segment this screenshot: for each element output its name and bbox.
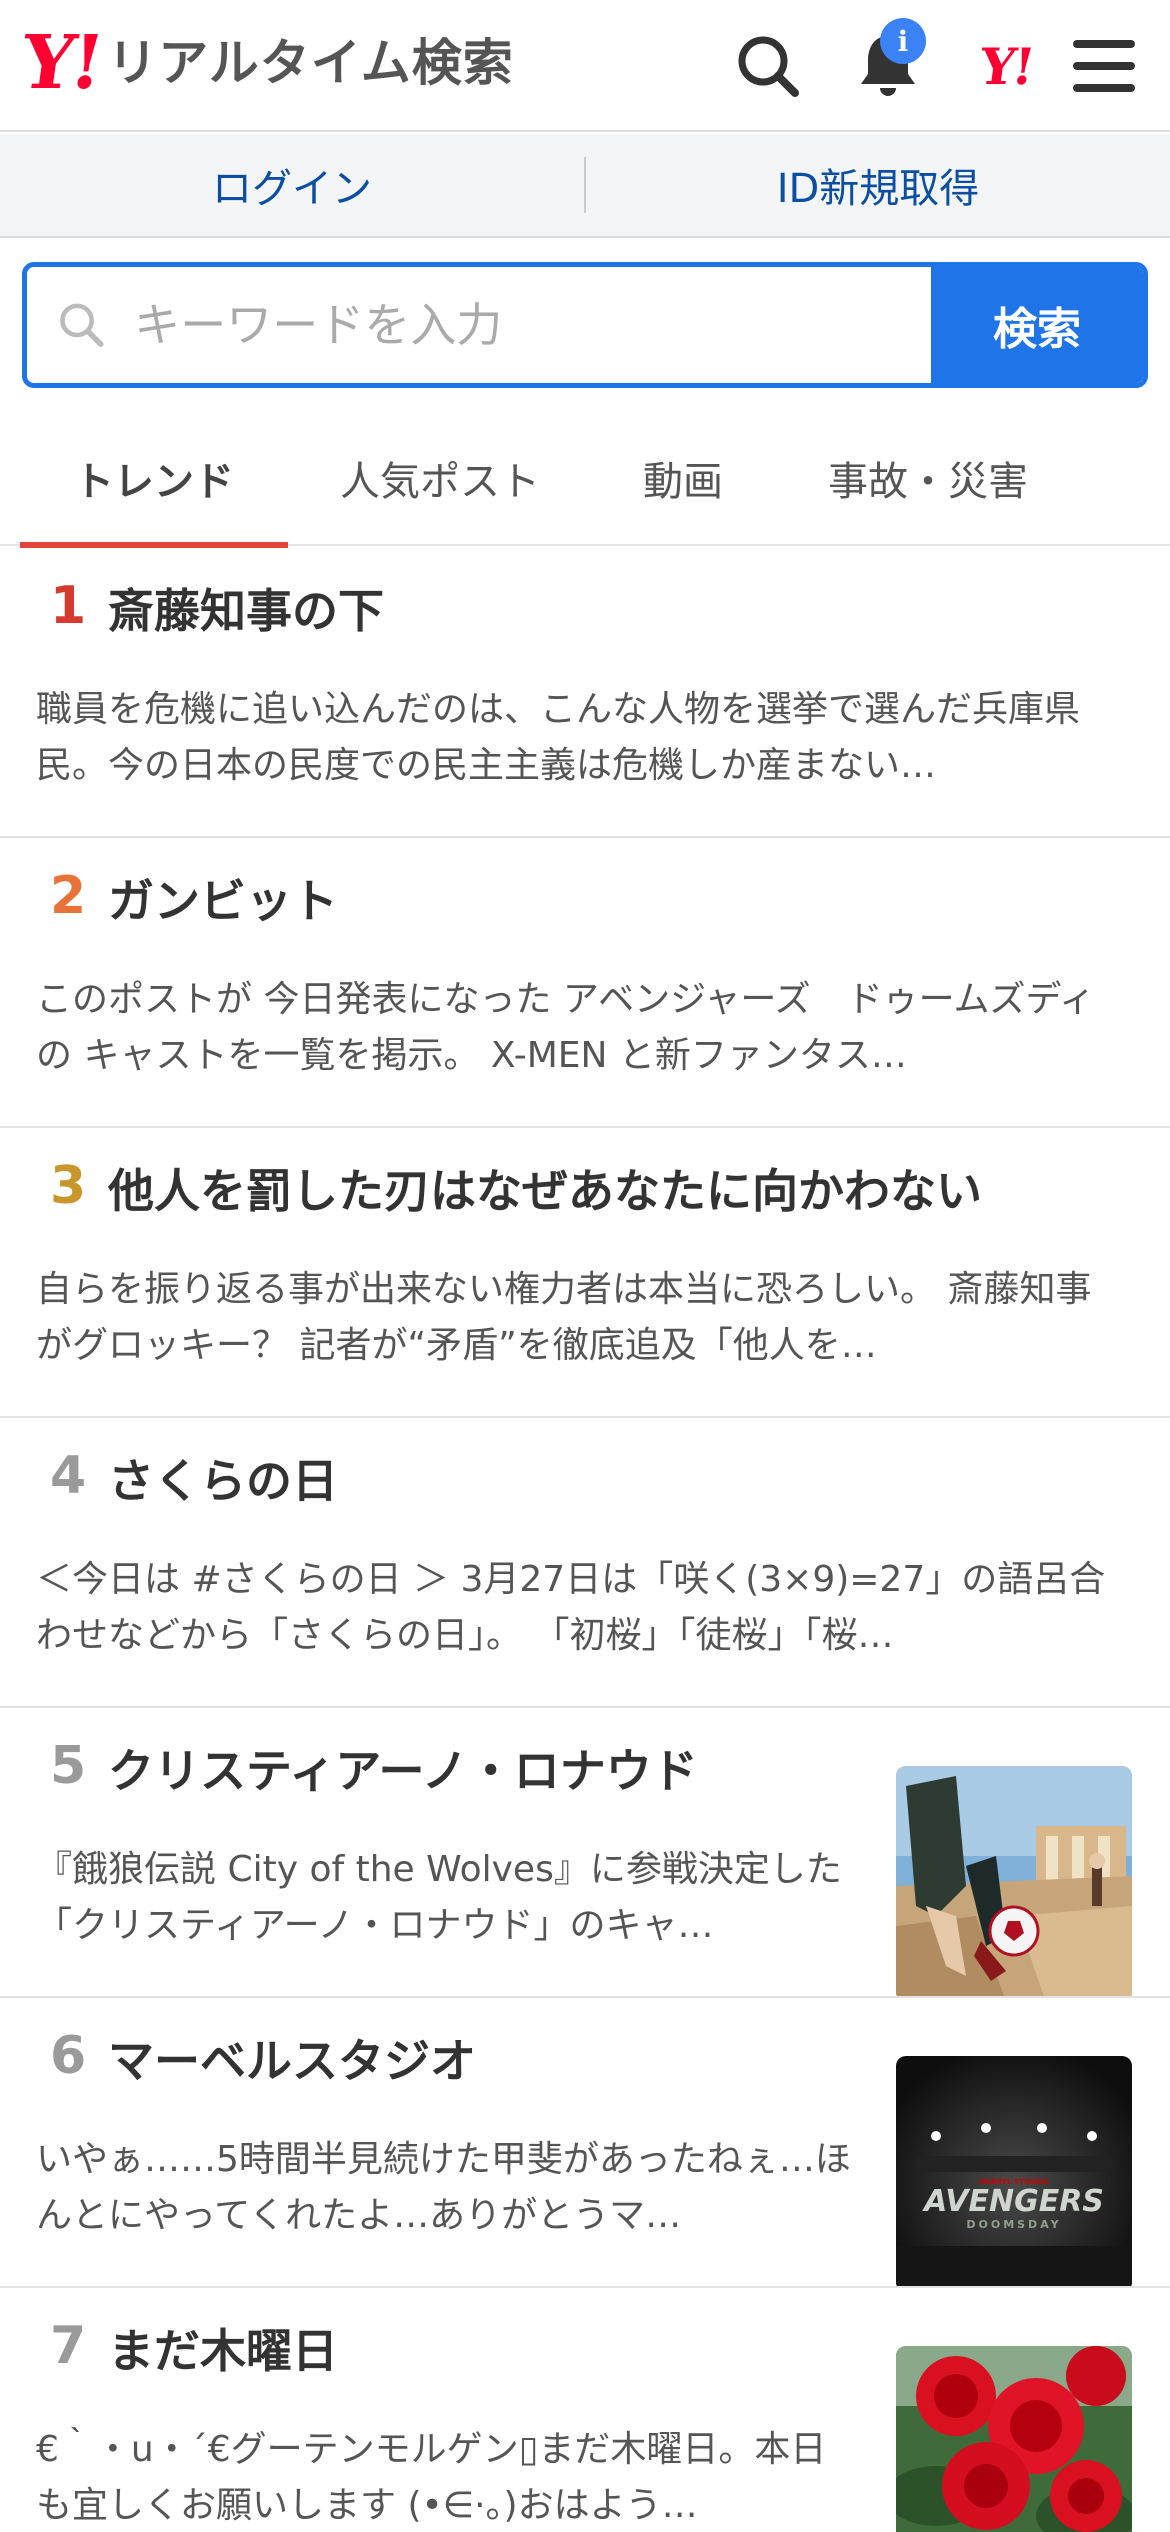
trend-title: 斎藤知事の下 (108, 584, 384, 638)
search-input[interactable] (134, 298, 931, 352)
category-tabs: トレンド 人気ポスト 動画 事故・災害 (0, 410, 1170, 548)
trend-description: ＜今日は #さくらの日 ＞ 3月27日は「咲く(3×9)=27」の語呂合わせなど… (36, 1559, 1106, 1656)
rank-number: 3 (50, 1156, 87, 1216)
trend-title: マーベルスタジオ (108, 2034, 476, 2088)
trend-description: いやぁ……5時間半見続けた甲斐があったねぇ…ほんとにやってくれたよ…ありがとうマ… (36, 2139, 851, 2236)
yahoo-mark-icon: Y! (976, 36, 1036, 96)
trend-item[interactable]: 3 他人を罰した刃はなぜあなたに向かわない 自らを振り返る事が出来ない権力者は本… (0, 1128, 1170, 1418)
app-header: Y! リアルタイム検索 i Y! (0, 0, 1170, 132)
search-field[interactable] (27, 267, 931, 383)
site-logo[interactable]: Y! リアルタイム検索 (16, 20, 514, 106)
rank-number: 6 (50, 2026, 87, 2086)
search-bar: 検索 (22, 262, 1148, 388)
register-link[interactable]: ID新規取得 (586, 156, 1170, 214)
trend-title: クリスティアーノ・ロナウド (108, 1744, 698, 1798)
avengers-title-text: AVENGERS (922, 2184, 1104, 2219)
search-button[interactable]: 検索 (931, 267, 1143, 383)
tab-trend[interactable]: トレンド (20, 410, 288, 548)
trend-description: 職員を危機に追い込んだのは、こんな人物を選挙で選んだ兵庫県民。今の日本の民度での… (36, 689, 1081, 786)
yahoo-logo-mark: Y! (15, 20, 106, 106)
trend-description: 『餓狼伝説 City of the Wolves』に参戦決定した「クリスティアー… (36, 1849, 842, 1946)
search-field-icon (60, 303, 104, 347)
notification-button[interactable]: i (848, 18, 928, 106)
trend-description: €｀・u・´€グーテンモルゲン▯まだ木曜日。本日も宜しくお願いします (•∈·。… (36, 2429, 827, 2526)
trend-item[interactable]: 4 さくらの日 ＜今日は #さくらの日 ＞ 3月27日は「咲く(3×9)=27」… (0, 1418, 1170, 1708)
avengers-thumbnail[interactable]: MARVEL STUDIOS AVENGERS DOOMSDAY (896, 2056, 1132, 2286)
rank-number: 2 (50, 866, 87, 926)
tab-videos[interactable]: 動画 (590, 410, 776, 546)
trend-title: さくらの日 (108, 1454, 338, 1508)
rank-number: 7 (50, 2316, 87, 2376)
trend-item[interactable]: 7 まだ木曜日 €｀・u・´€グーテンモルゲン▯まだ木曜日。本日も宜しくお願いし… (0, 2288, 1170, 2532)
login-bar: ログイン ID新規取得 (0, 134, 1170, 238)
notification-badge: i (880, 18, 926, 64)
site-title: リアルタイム検索 (107, 34, 514, 92)
trend-description: このポストが 今日発表になった アベンジャーズ ドゥームズディの キャストを一覧… (36, 979, 1095, 1076)
trend-description: 自らを振り返る事が出来ない権力者は本当に恐ろしい。 斎藤知事がグロッキー？ 記者… (36, 1269, 1092, 1366)
login-link[interactable]: ログイン (0, 156, 584, 214)
rank-number: 5 (50, 1736, 87, 1796)
hamburger-menu-icon[interactable] (1064, 26, 1144, 106)
tab-popular-posts[interactable]: 人気ポスト (300, 410, 580, 546)
trend-item[interactable]: 2 ガンビット このポストが 今日発表になった アベンジャーズ ドゥームズディの… (0, 838, 1170, 1128)
trend-item[interactable]: 6 マーベルスタジオ いやぁ……5時間半見続けた甲斐があったねぇ…ほんとにやって… (0, 1998, 1170, 2288)
rank-number: 1 (50, 576, 87, 636)
doomsday-text: DOOMSDAY (966, 2218, 1061, 2231)
trend-title: まだ木曜日 (108, 2324, 338, 2378)
rank-number: 4 (50, 1446, 87, 1506)
soccer-game-thumbnail[interactable] (896, 1766, 1132, 1996)
trend-item[interactable]: 1 斎藤知事の下 職員を危機に追い込んだのは、こんな人物を選挙で選んだ兵庫県民。… (0, 548, 1170, 838)
trend-item[interactable]: 5 クリスティアーノ・ロナウド 『餓狼伝説 City of the Wolves… (0, 1708, 1170, 1998)
tab-accidents-disasters[interactable]: 事故・災害 (790, 410, 1066, 546)
red-roses-thumbnail[interactable] (896, 2346, 1132, 2532)
trend-title: ガンビット (108, 874, 338, 928)
trend-title: 他人を罰した刃はなぜあなたに向かわない (108, 1164, 982, 1218)
yahoo-home-link[interactable]: Y! (966, 26, 1046, 106)
search-icon[interactable] (728, 26, 808, 106)
